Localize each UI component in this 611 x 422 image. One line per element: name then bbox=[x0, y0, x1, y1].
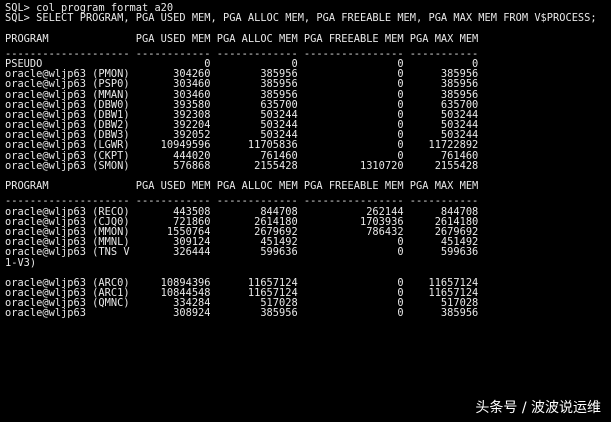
result-row: oracle@wljp63 (PMON) 304260 385956 0 385… bbox=[5, 69, 479, 80]
result-row: PSEUDO 0 0 0 0 bbox=[5, 58, 479, 70]
watermark: 头条号 / 波波说运维 bbox=[475, 400, 601, 416]
result-row: oracle@wljp63 (MMON) 1550764 2679692 786… bbox=[5, 226, 479, 238]
result-row: 1-V3) bbox=[5, 257, 37, 268]
result-row: oracle@wljp63 (PSP0) 303460 385956 0 385… bbox=[5, 79, 479, 90]
column-separator: -------------------- ------------ ------… bbox=[5, 48, 479, 59]
sql-command: SQL> col program format a20 bbox=[5, 3, 174, 14]
result-row: oracle@wljp63 (SMON) 576868 2155428 1310… bbox=[5, 160, 479, 171]
result-row: oracle@wljp63 (CKPT) 444020 761460 0 761… bbox=[5, 150, 479, 161]
result-row: oracle@wljp63 (LGWR) 10949596 11705836 0… bbox=[5, 140, 479, 151]
terminal-output[interactable]: SQL> col program format a20 SQL> SELECT … bbox=[5, 3, 611, 422]
result-row: oracle@wljp63 (DBW1) 392308 503244 0 503… bbox=[5, 109, 479, 121]
column-header: PROGRAM PGA_USED_MEM PGA_ALLOC_MEM PGA_F… bbox=[5, 33, 479, 44]
column-header: PROGRAM PGA_USED_MEM PGA_ALLOC_MEM PGA_F… bbox=[5, 181, 479, 192]
result-row: oracle@wljp63 308924 385956 0 385956 bbox=[5, 308, 479, 319]
result-row: oracle@wljp63 (MMAN) 303460 385956 0 385… bbox=[5, 89, 479, 100]
result-row: oracle@wljp63 (CJQ0) 721860 2614180 1703… bbox=[5, 216, 479, 227]
result-row: oracle@wljp63 (ARC1) 10844548 11657124 0… bbox=[5, 288, 479, 299]
result-row: oracle@wljp63 (TNS V 326444 599636 0 599… bbox=[5, 247, 479, 258]
sql-command: SQL> SELECT PROGRAM, PGA_USED_MEM, PGA_A… bbox=[5, 13, 597, 24]
result-row: oracle@wljp63 (DBW2) 392204 503244 0 503… bbox=[5, 120, 479, 131]
result-row: oracle@wljp63 (ARC0) 10894396 11657124 0… bbox=[5, 277, 479, 289]
result-row: oracle@wljp63 (DBW3) 392052 503244 0 503… bbox=[5, 130, 479, 141]
column-separator: -------------------- ------------ ------… bbox=[5, 196, 479, 207]
result-row: oracle@wljp63 (QMNC) 334284 517028 0 517… bbox=[5, 298, 479, 309]
result-row: oracle@wljp63 (RECO) 443508 844708 26214… bbox=[5, 206, 479, 217]
result-row: oracle@wljp63 (MMNL) 309124 451492 0 451… bbox=[5, 237, 479, 248]
result-row: oracle@wljp63 (DBW0) 393580 635700 0 635… bbox=[5, 99, 479, 110]
